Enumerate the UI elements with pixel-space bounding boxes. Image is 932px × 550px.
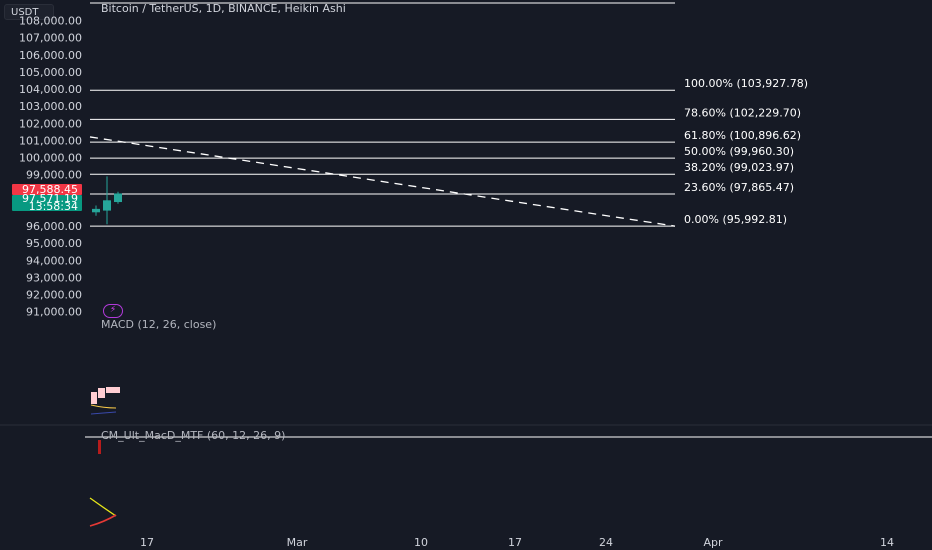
x-tick-label: 17: [508, 536, 522, 549]
trend-line[interactable]: [89, 136, 676, 227]
macd-histogram-bar: [91, 392, 97, 404]
indicator-panes: [0, 387, 932, 527]
y-tick-label: 105,000.00: [19, 66, 82, 79]
candles: [92, 176, 122, 225]
countdown-text: 13:58:34: [29, 200, 78, 213]
candle-body: [114, 193, 122, 203]
price-axis[interactable]: 108,000.00 107,000.00 106,000.00 105,000.00…: [19, 15, 82, 319]
cm-macd-line: [89, 514, 117, 527]
y-tick-label: 92,000.00: [26, 289, 82, 302]
cm-histogram-bar: [98, 440, 101, 454]
macd-histogram-bar: [98, 388, 105, 398]
y-tick-label: 102,000.00: [19, 117, 82, 130]
trend-line-path[interactable]: [89, 136, 676, 227]
y-tick-label: 106,000.00: [19, 49, 82, 62]
fib-level-label: 78.60% (102,229.70): [684, 106, 801, 119]
x-tick-label: 14: [880, 536, 894, 549]
y-tick-label: 100,000.00: [19, 152, 82, 165]
fib-level-label: 0.00% (95,992.81): [684, 213, 787, 226]
price-tags: 97,588.4597,571.1913:58:34: [12, 183, 82, 213]
fib-level-label: 100.00% (103,927.78): [684, 77, 808, 90]
fib-level-label: 50.00% (99,960.30): [684, 145, 794, 158]
macd-line: [90, 411, 117, 415]
candle-body: [103, 200, 111, 211]
candle-body: [92, 208, 100, 213]
y-tick-label: 101,000.00: [19, 134, 82, 147]
y-tick-label: 91,000.00: [26, 306, 82, 319]
y-tick-label: 103,000.00: [19, 100, 82, 113]
y-tick-label: 104,000.00: [19, 83, 82, 96]
y-tick-label: 108,000.00: [19, 15, 82, 28]
macd-histogram-bar: [106, 387, 120, 393]
x-tick-label: 17: [140, 536, 154, 549]
fib-level-label: 61.80% (100,896.62): [684, 129, 801, 142]
fib-level-label: 38.20% (99,023.97): [684, 161, 794, 174]
time-axis[interactable]: 17 Mar 10 17 24 Apr 14: [140, 536, 894, 549]
fibonacci-retracement[interactable]: 100.00% (103,927.78) 78.60% (102,229.70) 6…: [90, 77, 808, 227]
x-tick-label: Mar: [287, 536, 308, 549]
y-tick-label: 99,000.00: [26, 169, 82, 182]
fib-level-label: 23.60% (97,865.47): [684, 181, 794, 194]
macd-label: MACD (12, 26, close): [101, 318, 216, 331]
y-tick-label: 95,000.00: [26, 237, 82, 250]
y-tick-label: 96,000.00: [26, 220, 82, 233]
x-tick-label: Apr: [703, 536, 723, 549]
y-tick-label: 93,000.00: [26, 271, 82, 284]
y-tick-label: 107,000.00: [19, 32, 82, 45]
x-tick-label: 24: [599, 536, 613, 549]
cm-signal-line: [89, 497, 117, 517]
cm-ult-macd-label: CM_Ult_MacD_MTF (60, 12, 26, 9): [101, 429, 285, 442]
x-tick-label: 10: [414, 536, 428, 549]
macd-signal-line: [90, 404, 117, 409]
y-tick-label: 94,000.00: [26, 254, 82, 267]
price-chart[interactable]: 108,000.00 107,000.00 106,000.00 105,000.00…: [0, 0, 932, 550]
chart-title: Bitcoin / TetherUS, 1D, BINANCE, Heikin …: [101, 2, 346, 15]
